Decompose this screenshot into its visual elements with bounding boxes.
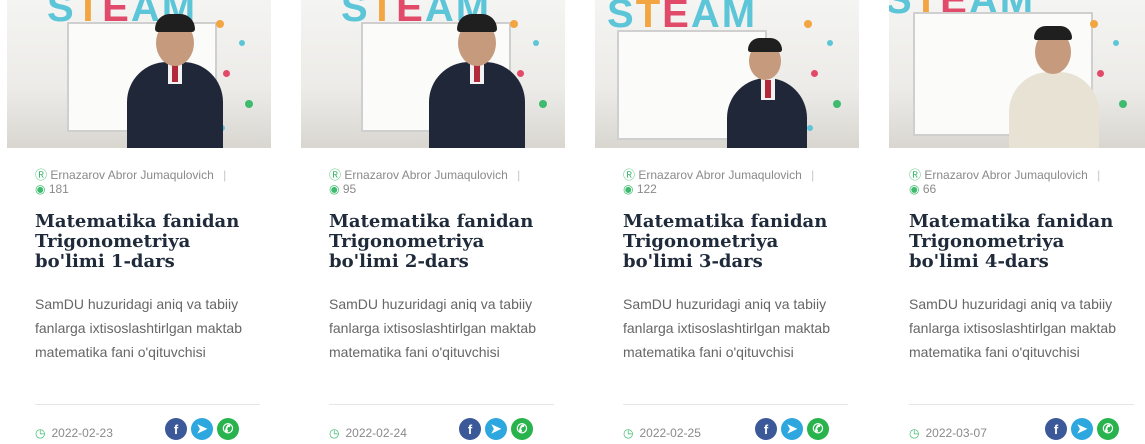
card-date: ◷ 2022-03-07 <box>909 426 987 440</box>
telegram-icon[interactable]: ➤ <box>1071 418 1093 440</box>
date-text: 2022-02-25 <box>639 426 701 440</box>
whatsapp-icon[interactable]: ✆ <box>511 418 533 440</box>
view-count: 122 <box>636 182 657 196</box>
share-buttons: f ➤ ✆ <box>1045 418 1119 440</box>
card-date: ◷ 2022-02-25 <box>623 426 701 440</box>
video-card[interactable]: STEAM Ⓡ Ernazarov Abror Jumaqulovich | ◉… <box>881 0 1145 444</box>
card-meta: Ⓡ Ernazarov Abror Jumaqulovich | ◉ 66 <box>909 168 1139 196</box>
card-meta: Ⓡ Ernazarov Abror Jumaqulovich | ◉ 122 <box>623 168 853 196</box>
telegram-icon[interactable]: ➤ <box>485 418 507 440</box>
user-circle-icon: Ⓡ <box>623 168 636 182</box>
video-card[interactable]: STEAM Ⓡ Ernazarov Abror Jumaqulovich | ◉… <box>7 0 271 444</box>
card-divider <box>35 404 260 405</box>
meta-separator: | <box>223 168 227 182</box>
clock-icon: ◷ <box>909 426 920 440</box>
whatsapp-icon[interactable]: ✆ <box>1097 418 1119 440</box>
share-buttons: f ➤ ✆ <box>755 418 829 440</box>
video-thumbnail[interactable]: STEAM <box>7 0 271 148</box>
author-name[interactable]: Ernazarov Abror Jumaqulovich <box>638 168 801 182</box>
clock-icon: ◷ <box>329 426 340 440</box>
facebook-icon[interactable]: f <box>459 418 481 440</box>
user-circle-icon: Ⓡ <box>35 168 48 182</box>
date-text: 2022-03-07 <box>925 426 987 440</box>
card-divider <box>909 404 1134 405</box>
video-card[interactable]: STEAM Ⓡ Ernazarov Abror Jumaqulovich | ◉… <box>595 0 859 444</box>
facebook-icon[interactable]: f <box>755 418 777 440</box>
user-circle-icon: Ⓡ <box>329 168 342 182</box>
eye-icon: ◉ <box>329 182 340 196</box>
card-date: ◷ 2022-02-24 <box>329 426 407 440</box>
share-buttons: f ➤ ✆ <box>165 418 239 440</box>
card-title[interactable]: Matematika fanidan Trigonometriya bo'lim… <box>623 212 853 272</box>
card-title[interactable]: Matematika fanidan Trigonometriya bo'lim… <box>909 212 1139 272</box>
card-meta: Ⓡ Ernazarov Abror Jumaqulovich | ◉ 181 <box>35 168 265 196</box>
card-description: SamDU huzuridagi aniq va tabiiy fanlarga… <box>35 296 242 360</box>
view-count: 95 <box>342 182 357 196</box>
author-name[interactable]: Ernazarov Abror Jumaqulovich <box>344 168 507 182</box>
card-description: SamDU huzuridagi aniq va tabiiy fanlarga… <box>623 296 830 360</box>
card-description: SamDU huzuridagi aniq va tabiiy fanlarga… <box>909 296 1116 360</box>
user-circle-icon: Ⓡ <box>909 168 922 182</box>
video-thumbnail[interactable]: STEAM <box>595 0 859 148</box>
view-count: 66 <box>922 182 937 196</box>
card-title[interactable]: Matematika fanidan Trigonometriya bo'lim… <box>329 212 559 272</box>
eye-icon: ◉ <box>909 182 920 196</box>
date-text: 2022-02-24 <box>345 426 407 440</box>
card-title[interactable]: Matematika fanidan Trigonometriya bo'lim… <box>35 212 265 272</box>
video-thumbnail[interactable]: STEAM <box>889 0 1145 148</box>
card-date: ◷ 2022-02-23 <box>35 426 113 440</box>
date-text: 2022-02-23 <box>51 426 113 440</box>
clock-icon: ◷ <box>35 426 46 440</box>
video-thumbnail[interactable]: STEAM <box>301 0 565 148</box>
card-divider <box>329 404 554 405</box>
eye-icon: ◉ <box>623 182 634 196</box>
facebook-icon[interactable]: f <box>1045 418 1067 440</box>
facebook-icon[interactable]: f <box>165 418 187 440</box>
presenter-figure <box>1009 72 1099 148</box>
card-description: SamDU huzuridagi aniq va tabiiy fanlarga… <box>329 296 536 360</box>
view-count: 181 <box>48 182 69 196</box>
share-buttons: f ➤ ✆ <box>459 418 533 440</box>
author-name[interactable]: Ernazarov Abror Jumaqulovich <box>50 168 213 182</box>
telegram-icon[interactable]: ➤ <box>191 418 213 440</box>
clock-icon: ◷ <box>623 426 634 440</box>
card-divider <box>623 404 848 405</box>
video-card[interactable]: STEAM Ⓡ Ernazarov Abror Jumaqulovich | ◉… <box>301 0 565 444</box>
meta-separator: | <box>517 168 521 182</box>
author-name[interactable]: Ernazarov Abror Jumaqulovich <box>924 168 1087 182</box>
whatsapp-icon[interactable]: ✆ <box>217 418 239 440</box>
meta-separator: | <box>1097 168 1101 182</box>
meta-separator: | <box>811 168 815 182</box>
telegram-icon[interactable]: ➤ <box>781 418 803 440</box>
eye-icon: ◉ <box>35 182 46 196</box>
card-meta: Ⓡ Ernazarov Abror Jumaqulovich | ◉ 95 <box>329 168 559 196</box>
whatsapp-icon[interactable]: ✆ <box>807 418 829 440</box>
